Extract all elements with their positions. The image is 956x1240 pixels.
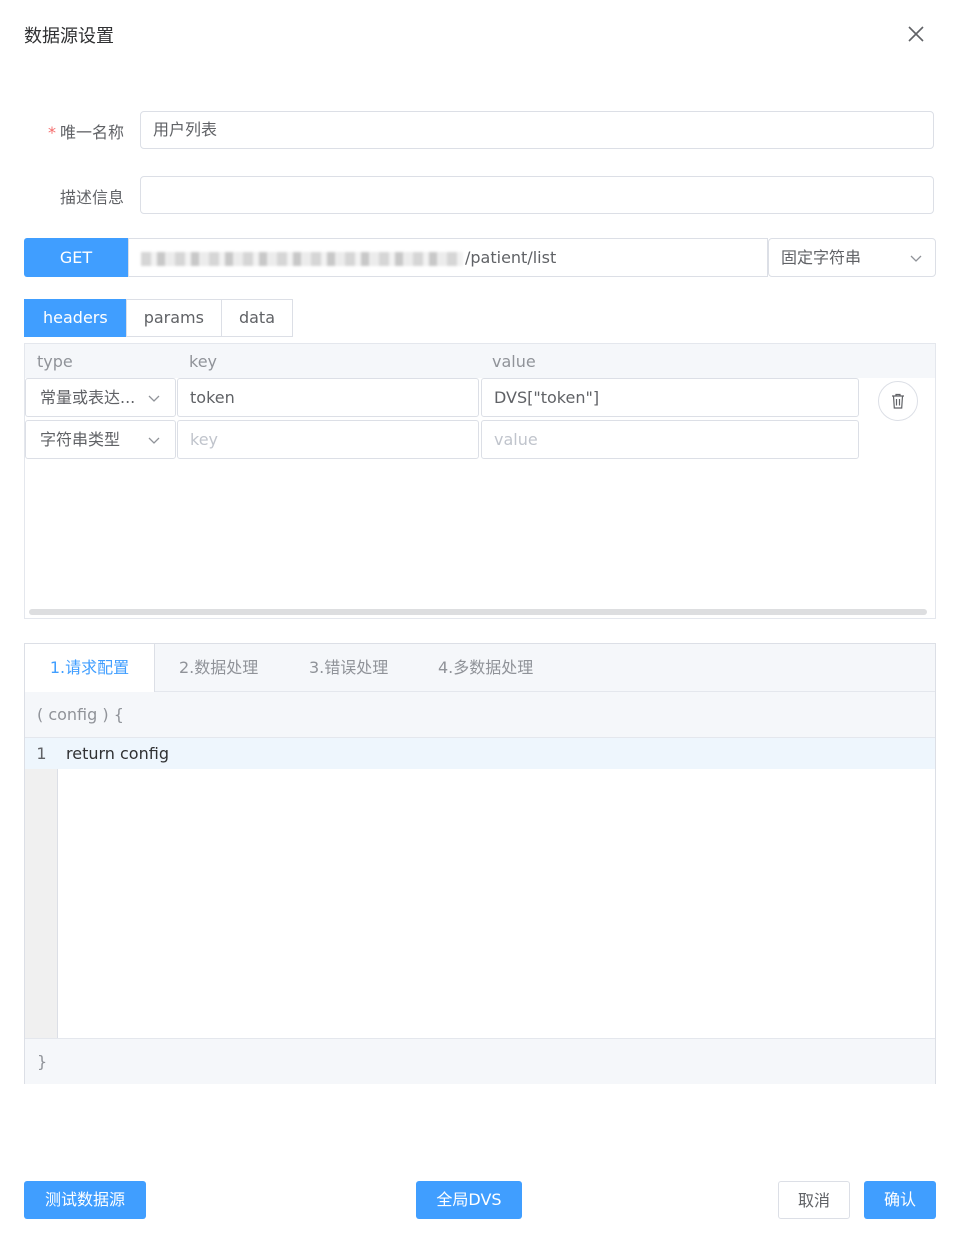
name-input[interactable]: 用户列表 [140, 111, 934, 149]
function-closing: } [25, 1038, 935, 1084]
url-suffix: /patient/list [465, 248, 557, 267]
description-form-item: 描述信息 [24, 176, 934, 214]
row-2-key-input[interactable]: key [177, 420, 479, 459]
global-dvs-button[interactable]: 全局DVS [416, 1181, 522, 1219]
tab-request-config[interactable]: 1.请求配置 [25, 644, 155, 692]
tab-data-processing[interactable]: 2.数据处理 [179, 644, 258, 692]
column-key: key [189, 352, 218, 371]
tab-error-handling[interactable]: 3.错误处理 [309, 644, 388, 692]
code-tabs: 1.请求配置 2.数据处理 3.错误处理 4.多数据处理 [25, 644, 935, 692]
dialog-title: 数据源设置 [24, 26, 114, 47]
line-number: 1 [36, 744, 47, 763]
name-label: * 唯一名称 [24, 119, 124, 143]
trash-icon [892, 393, 904, 409]
tab-params[interactable]: params [125, 299, 222, 337]
function-signature: ( config ) { [25, 692, 935, 738]
test-datasource-button[interactable]: 测试数据源 [24, 1181, 146, 1219]
name-form-item: * 唯一名称 用户列表 [24, 111, 934, 149]
code-line[interactable]: return config [66, 738, 169, 769]
tab-data[interactable]: data [220, 299, 294, 337]
row-2-type-select[interactable]: 字符串类型 [25, 420, 176, 459]
table-header: type key value [25, 344, 935, 378]
row-2-value-input[interactable]: value [481, 420, 859, 459]
description-input[interactable] [140, 176, 934, 214]
headers-table: type key value 常量或表达... token DVS["token… [24, 343, 936, 619]
url-obscured-prefix [141, 251, 463, 266]
column-value: value [492, 352, 536, 371]
delete-row-button[interactable] [878, 381, 918, 421]
row-1-type-select[interactable]: 常量或表达... [25, 378, 176, 417]
row-1-type-value: 常量或表达... [40, 388, 136, 407]
row-1-key-input[interactable]: token [177, 378, 479, 417]
required-mark: * [47, 123, 56, 142]
code-editor-panel: 1.请求配置 2.数据处理 3.错误处理 4.多数据处理 ( config ) … [24, 643, 936, 1084]
chevron-down-icon [148, 395, 160, 402]
chevron-down-icon [148, 437, 160, 444]
url-type-value: 固定字符串 [781, 248, 862, 267]
row-1-value-input[interactable]: DVS["token"] [481, 378, 859, 417]
url-type-select[interactable]: 固定字符串 [768, 238, 936, 277]
close-icon[interactable] [906, 24, 926, 44]
tab-headers[interactable]: headers [24, 299, 127, 337]
name-label-text: 唯一名称 [59, 123, 124, 142]
line-gutter [25, 738, 58, 1038]
horizontal-scrollbar[interactable] [29, 609, 927, 615]
row-2-type-value: 字符串类型 [40, 430, 121, 449]
cancel-button[interactable]: 取消 [778, 1181, 850, 1219]
column-type: type [37, 352, 73, 371]
url-input[interactable]: /patient/list [128, 238, 768, 277]
method-button[interactable]: GET [24, 238, 128, 277]
config-tabs: headers params data [24, 299, 294, 337]
description-label: 描述信息 [59, 188, 124, 207]
confirm-button[interactable]: 确认 [864, 1181, 936, 1219]
tab-multi-data-processing[interactable]: 4.多数据处理 [438, 644, 533, 692]
chevron-down-icon [910, 255, 922, 262]
code-editor[interactable]: 1 return config [25, 738, 935, 1038]
